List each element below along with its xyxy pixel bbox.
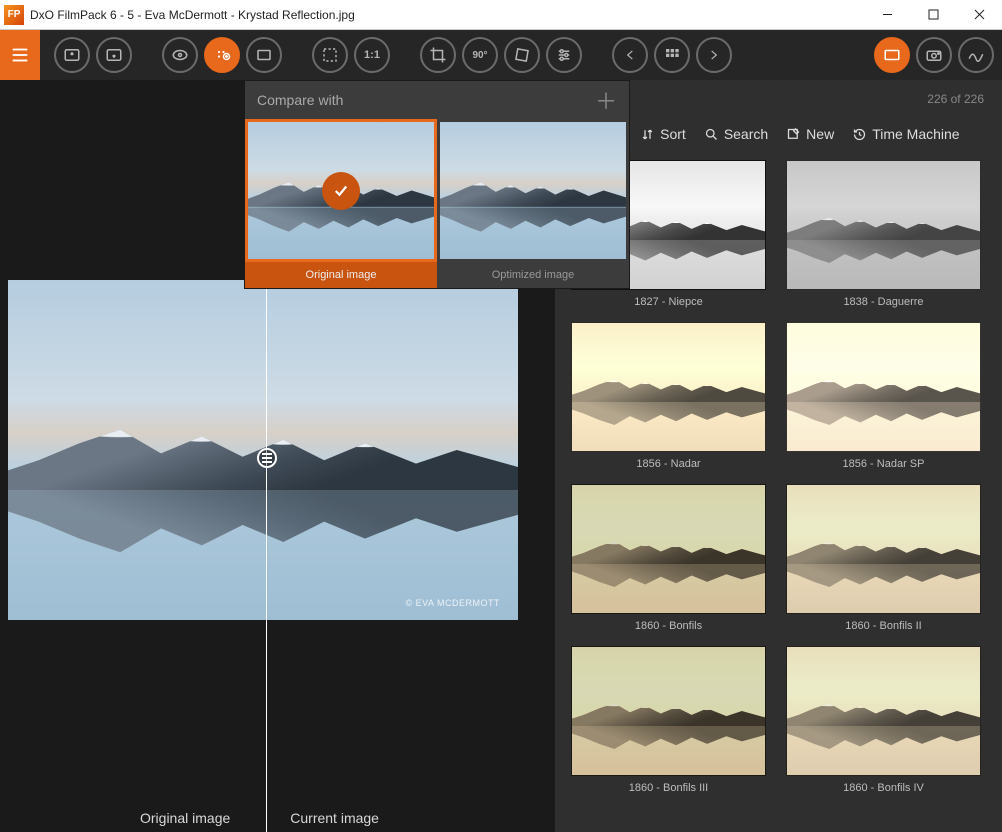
settings-button[interactable] [546,37,582,73]
fit-button[interactable] [312,37,348,73]
preset-label: 1860 - Bonfils [571,614,766,636]
sort-button[interactable]: Sort [640,126,686,142]
compare-title: Compare with [257,92,343,108]
minimize-button[interactable] [864,0,910,30]
preset-label: 1856 - Nadar SP [786,452,981,474]
rotate-90-button[interactable]: 90° [462,37,498,73]
window-title: DxO FilmPack 6 - 5 - Eva McDermott - Kry… [30,8,864,22]
compare-optimized-thumb[interactable] [437,119,629,262]
zoom-100-button[interactable]: 1:1 [354,37,390,73]
menu-button[interactable] [0,30,40,80]
preset-label: 1838 - Daguerre [786,290,981,312]
preset-label: 1860 - Bonfils III [571,776,766,798]
preset-label: 1856 - Nadar [571,452,766,474]
watermark: © EVA MCDERMOTT [406,598,500,608]
export-button[interactable] [96,37,132,73]
compare-mode-button[interactable] [204,37,240,73]
crop-button[interactable] [420,37,456,73]
preset-card[interactable]: 1856 - Nadar SP [786,322,981,474]
app-icon: FP [4,5,24,25]
compare-optimized-label: Optimized image [437,262,629,288]
preset-card[interactable]: 1860 - Bonfils II [786,484,981,636]
histogram-button[interactable] [958,37,994,73]
preset-label: 1827 - Niepce [571,290,766,312]
preset-label: 1860 - Bonfils IV [786,776,981,798]
preview-footer: Original image Current image [0,810,540,826]
close-button[interactable] [956,0,1002,30]
split-handle[interactable] [257,448,277,468]
maximize-button[interactable] [910,0,956,30]
search-button[interactable]: Search [704,126,768,142]
preset-card[interactable]: 1860 - Bonfils III [571,646,766,798]
toolbar: 1:1 90° [0,30,1002,80]
left-pane: Compare with ＋ Original image [0,80,555,832]
new-button[interactable]: New [786,126,834,142]
preview-right-label: Current image [290,810,379,826]
time-machine-button[interactable]: Time Machine [852,126,959,142]
preset-card[interactable]: 1838 - Daguerre [786,160,981,312]
next-button[interactable] [696,37,732,73]
import-button[interactable] [54,37,90,73]
compare-original-thumb[interactable] [245,119,437,262]
compare-original-label: Original image [245,262,437,288]
preset-card[interactable]: 1860 - Bonfils IV [786,646,981,798]
split-line[interactable] [266,280,267,832]
add-compare-button[interactable]: ＋ [595,84,617,116]
prev-button[interactable] [612,37,648,73]
preset-card[interactable]: 1860 - Bonfils [571,484,766,636]
check-icon [322,172,360,210]
preview-toggle-button[interactable] [162,37,198,73]
preset-label: 1860 - Bonfils II [786,614,981,636]
snapshot-button[interactable] [916,37,952,73]
presets-panel-button[interactable] [874,37,910,73]
straighten-button[interactable] [504,37,540,73]
preview-left-label: Original image [140,810,230,826]
titlebar: FP DxO FilmPack 6 - 5 - Eva McDermott - … [0,0,1002,30]
preset-card[interactable]: 1856 - Nadar [571,322,766,474]
compare-popup: Compare with ＋ Original image [244,80,630,289]
single-view-button[interactable] [246,37,282,73]
grid-view-button[interactable] [654,37,690,73]
